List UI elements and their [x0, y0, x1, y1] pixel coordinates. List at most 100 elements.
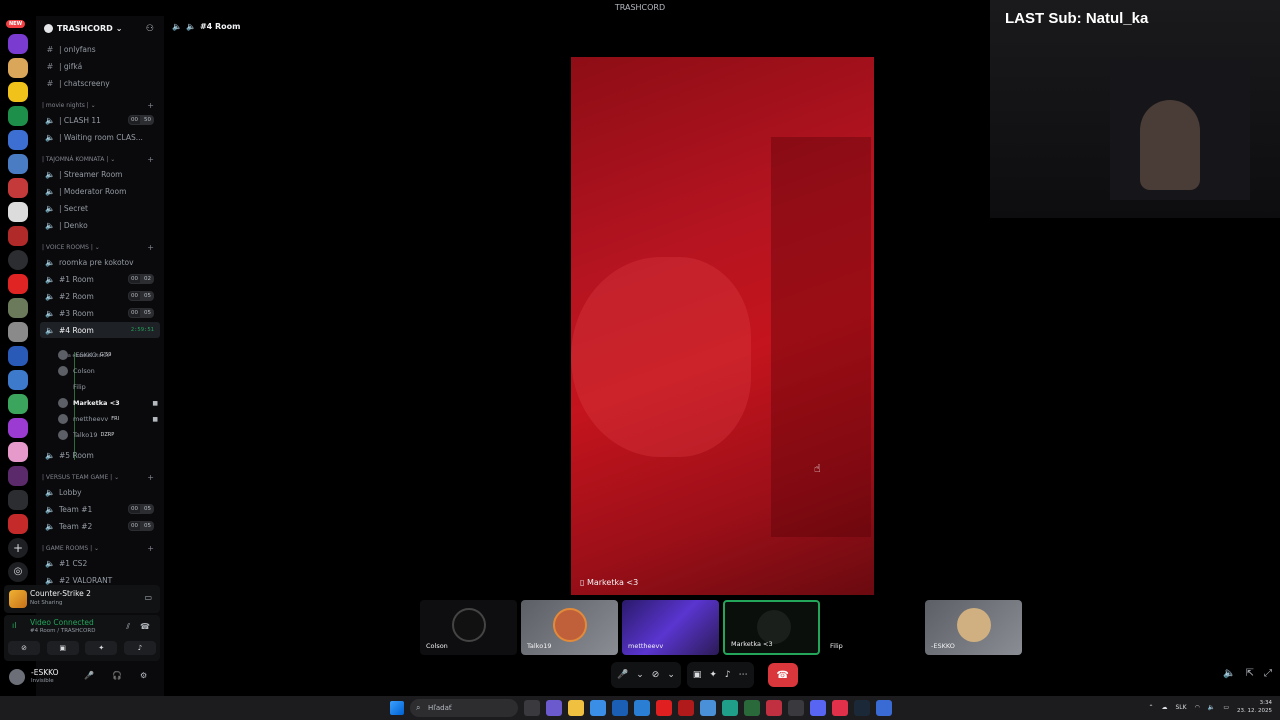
voice-channel-secret[interactable]: 🔈 | Secret [40, 200, 160, 216]
voice-channel-moderator[interactable]: 🔈 | Moderator Room [40, 183, 160, 199]
guild-header[interactable]: TRASHCORD ⌄ ⚇ [36, 16, 164, 40]
category-movie-nights[interactable]: | movie nights | ⌄ + [42, 101, 160, 110]
headphones-icon[interactable]: 🎧 [112, 671, 122, 680]
server-icon[interactable] [8, 82, 28, 102]
discover-icon[interactable]: ◎ [8, 562, 28, 582]
server-icon[interactable] [8, 154, 28, 174]
activities-icon[interactable]: ✦ [709, 670, 717, 680]
voice-member[interactable]: Filip [58, 379, 158, 395]
app-icon[interactable] [744, 700, 760, 716]
voice-channel-room5[interactable]: 🔈 #5 Room [40, 447, 160, 463]
plus-icon[interactable]: + [147, 544, 154, 553]
voice-member[interactable]: Colson [58, 363, 158, 379]
edge-icon[interactable] [722, 700, 738, 716]
participant-tile[interactable]: Talko19 [521, 600, 618, 655]
voice-channel-team1[interactable]: 🔈 Team #1 00 05 [40, 501, 160, 517]
screen-share-button[interactable]: ▣ [46, 641, 79, 655]
chevron-down-icon[interactable]: ⌄ [667, 670, 675, 680]
voice-channel-room1[interactable]: 🔈 #1 Room 00 02 [40, 271, 160, 287]
voice-member[interactable]: -ESKKO G'59 [58, 347, 158, 363]
task-view-icon[interactable] [524, 700, 540, 716]
fullscreen-icon[interactable]: ⤢ [1264, 668, 1272, 679]
chrome-icon[interactable] [700, 700, 716, 716]
server-icon[interactable] [8, 370, 28, 390]
file-explorer-icon[interactable] [568, 700, 584, 716]
avatar[interactable] [9, 669, 25, 685]
battery-icon[interactable]: ▭ [1223, 704, 1229, 711]
signal-icon[interactable]: ıl [12, 621, 16, 630]
server-icon[interactable] [8, 34, 28, 54]
server-icon[interactable] [8, 106, 28, 126]
plus-icon[interactable]: + [147, 101, 154, 110]
voice-member[interactable]: Marketka <3 ■ [58, 395, 158, 411]
chevron-down-icon[interactable]: ⌄ [636, 670, 644, 680]
discord-icon[interactable] [810, 700, 826, 716]
voice-channel-room4[interactable]: 🔈 #4 Room 2:59:51 [40, 322, 160, 338]
server-icon[interactable] [8, 322, 28, 342]
voice-location[interactable]: #4 Room / TRASHCORD [30, 628, 95, 634]
server-icon[interactable] [8, 58, 28, 78]
server-icon[interactable] [8, 394, 28, 414]
plus-icon[interactable]: + [147, 473, 154, 482]
app-icon[interactable] [788, 700, 804, 716]
participant-tile[interactable]: Filip [824, 600, 921, 655]
clock[interactable]: 3:34 23. 12. 2025 [1237, 699, 1272, 715]
participant-tile[interactable]: Colson [420, 600, 517, 655]
server-icon[interactable] [8, 298, 28, 318]
category-tajomna[interactable]: | TAJOMNÁ KOMNATA | ⌄ + [42, 155, 160, 164]
voice-channel-streamer[interactable]: 🔈 | Streamer Room [40, 166, 160, 182]
server-icon[interactable] [8, 274, 28, 294]
volume-icon[interactable]: 🔈 [1223, 668, 1235, 679]
participant-tile[interactable]: -ESKKO [925, 600, 1022, 655]
language-indicator[interactable]: SLK [1176, 704, 1187, 711]
tray-icon[interactable]: ☁ [1162, 704, 1168, 711]
start-icon[interactable] [390, 701, 404, 715]
app-icon[interactable] [590, 700, 606, 716]
opera-icon[interactable] [656, 700, 672, 716]
chevron-up-icon[interactable]: ⌃ [1148, 704, 1153, 711]
more-icon[interactable]: ⋯ [739, 670, 748, 680]
microphone-icon[interactable]: 🎤 [617, 670, 628, 680]
voice-channel-room3[interactable]: 🔈 #3 Room 00 05 [40, 305, 160, 321]
voice-channel-lobby[interactable]: 🔈 Lobby [40, 484, 160, 500]
app-icon[interactable] [766, 700, 782, 716]
screen-share-icon[interactable]: ▣ [693, 670, 702, 680]
server-icon[interactable] [8, 418, 28, 438]
app-icon[interactable] [876, 700, 892, 716]
gear-server-icon[interactable] [8, 250, 28, 270]
volume-icon[interactable]: 🔈 [1208, 704, 1215, 711]
popout-icon[interactable]: ⇱ [1246, 668, 1254, 679]
voice-member[interactable]: Talko19 DZRP [58, 427, 158, 443]
participant-tile[interactable]: mettheevv [622, 600, 719, 655]
gear-icon[interactable]: ⚙ [140, 671, 147, 680]
wifi-icon[interactable]: ◠ [1195, 704, 1200, 711]
server-icon[interactable] [8, 226, 28, 246]
server-icon[interactable] [8, 442, 28, 462]
noise-suppression-icon[interactable]: ⫽ [126, 622, 130, 632]
app-icon[interactable] [634, 700, 650, 716]
microphone-icon[interactable]: 🎤 [84, 671, 94, 680]
channel-chatscreeny[interactable]: # | chatscreeny [40, 75, 160, 91]
soundboard-icon[interactable]: ♪ [725, 670, 731, 680]
outlook-icon[interactable] [612, 700, 628, 716]
server-icon[interactable] [8, 466, 28, 486]
voice-channel-roomka[interactable]: 🔈 roomka pre kokotov [40, 254, 160, 270]
category-versus[interactable]: | VERSUS TEAM GAME | ⌄ + [42, 473, 160, 482]
server-icon[interactable] [8, 130, 28, 150]
search-input[interactable]: ⌕ Hľadať [410, 699, 518, 717]
voice-channel-waiting[interactable]: 🔈 | Waiting room CLAS... [40, 129, 160, 145]
server-icon[interactable] [8, 202, 28, 222]
music-icon[interactable] [832, 700, 848, 716]
category-voice-rooms[interactable]: | VOICE ROOMS | ⌄ + [42, 243, 160, 252]
plus-icon[interactable]: + [147, 155, 154, 164]
channel-gifka[interactable]: # | gifká [40, 58, 160, 74]
disconnect-icon[interactable]: ☎ [140, 622, 150, 631]
channel-onlyfans[interactable]: # | onlyfans [40, 41, 160, 57]
leave-call-button[interactable]: ☎ [767, 663, 798, 687]
voice-channel-team2[interactable]: 🔈 Team #2 00 05 [40, 518, 160, 534]
voice-channel-denko[interactable]: 🔈 | Denko [40, 217, 160, 233]
server-icon[interactable] [8, 490, 28, 510]
add-server-icon[interactable]: + [8, 538, 28, 558]
participant-tile[interactable]: Marketka <3 [723, 600, 820, 655]
add-member-icon[interactable]: ⚇ [146, 24, 154, 34]
